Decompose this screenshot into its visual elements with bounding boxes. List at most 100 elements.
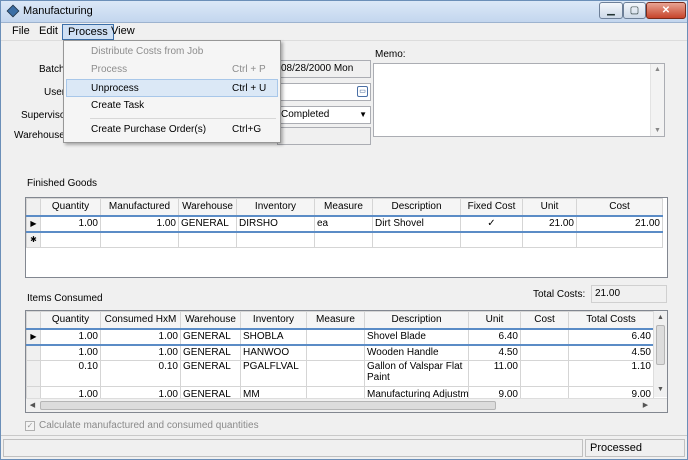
col-measure[interactable]: Measure — [306, 311, 365, 329]
col-quantity[interactable]: Quantity — [40, 198, 101, 216]
row-pointer-icon[interactable]: ▶ — [26, 327, 41, 346]
col-cost[interactable]: Cost — [576, 198, 663, 216]
table-row[interactable]: 0.10 0.10 GENERAL PGALFLVAL Gallon of Va… — [26, 360, 654, 387]
col-warehouse[interactable]: Warehouse — [178, 198, 237, 216]
lookup-icon[interactable]: ▭ — [357, 86, 368, 97]
col-quantity[interactable]: Quantity — [40, 311, 101, 329]
memo-scrollbar[interactable]: ▲ ▼ — [650, 64, 664, 136]
cell-inventory[interactable]: PGALFLVAL — [240, 360, 307, 387]
scroll-thumb[interactable] — [40, 401, 496, 410]
menu-file[interactable]: File — [7, 24, 35, 40]
col-unit[interactable]: Unit — [468, 311, 521, 329]
warehouse-field[interactable] — [277, 127, 371, 145]
new-cell[interactable] — [100, 231, 179, 248]
cell-inventory[interactable]: HANWOO — [240, 344, 307, 361]
menu-item-create-task[interactable]: Create Task — [66, 97, 278, 115]
status-select[interactable]: Completed ▼ — [277, 106, 371, 124]
cell-consumed[interactable]: 1.00 — [100, 327, 181, 346]
col-fixed-cost[interactable]: Fixed Cost — [460, 198, 523, 216]
cell-warehouse[interactable]: GENERAL — [180, 327, 241, 346]
row-header[interactable] — [26, 344, 41, 361]
scroll-up-icon[interactable]: ▲ — [654, 311, 667, 324]
col-unit[interactable]: Unit — [522, 198, 577, 216]
scroll-down-icon[interactable]: ▼ — [654, 127, 661, 134]
cell-consumed[interactable]: 0.10 — [100, 360, 181, 387]
cell-inventory[interactable]: DIRSHO — [236, 214, 315, 233]
new-cell[interactable] — [178, 231, 237, 248]
items-vertical-scrollbar[interactable]: ▲ ▼ — [653, 311, 667, 397]
cell-description[interactable]: Dirt Shovel — [372, 214, 461, 233]
new-cell[interactable] — [40, 231, 101, 248]
menu-edit[interactable]: Edit — [34, 24, 63, 40]
cell-measure[interactable] — [306, 344, 365, 361]
col-description[interactable]: Description — [372, 198, 461, 216]
user-field[interactable]: ▭ — [277, 83, 371, 101]
new-cell[interactable] — [236, 231, 315, 248]
scroll-down-icon[interactable]: ▼ — [654, 383, 667, 396]
minimize-button[interactable]: ▁ — [599, 2, 623, 19]
cell-quantity[interactable]: 1.00 — [40, 214, 101, 233]
col-inventory[interactable]: Inventory — [240, 311, 307, 329]
cell-quantity[interactable]: 1.00 — [40, 327, 101, 346]
cell-total-costs[interactable]: 4.50 — [568, 344, 654, 361]
cell-cost[interactable]: 21.00 — [576, 214, 663, 233]
col-manufactured[interactable]: Manufactured — [100, 198, 179, 216]
menu-item-unprocess[interactable]: Unprocess Ctrl + U — [66, 79, 278, 97]
close-button[interactable]: ✕ — [646, 2, 686, 19]
table-row[interactable]: ▶ 1.00 1.00 GENERAL SHOBLA Shovel Blade … — [26, 327, 654, 346]
row-pointer-icon[interactable]: ▶ — [26, 214, 41, 233]
scroll-up-icon[interactable]: ▲ — [654, 66, 661, 73]
new-row[interactable]: ✱ — [26, 231, 663, 248]
scroll-thumb[interactable] — [656, 325, 665, 365]
cell-unit[interactable]: 4.50 — [468, 344, 521, 361]
col-consumed[interactable]: Consumed HxM — [100, 311, 181, 329]
cell-total-costs[interactable]: 6.40 — [568, 327, 654, 346]
cell-unit[interactable]: 21.00 — [522, 214, 577, 233]
col-description[interactable]: Description — [364, 311, 469, 329]
cell-total-costs[interactable]: 1.10 — [568, 360, 654, 387]
cell-measure[interactable] — [306, 360, 365, 387]
cell-measure[interactable]: ea — [314, 214, 373, 233]
cell-warehouse[interactable]: GENERAL — [180, 360, 241, 387]
cell-quantity[interactable]: 1.00 — [40, 344, 101, 361]
cell-warehouse[interactable]: GENERAL — [178, 214, 237, 233]
cell-unit[interactable]: 11.00 — [468, 360, 521, 387]
new-cell[interactable] — [460, 231, 523, 248]
menu-item-create-purchase-order[interactable]: Create Purchase Order(s) Ctrl+G — [66, 121, 278, 139]
col-total-costs[interactable]: Total Costs — [568, 311, 654, 329]
date-field[interactable]: 08/28/2000 Mon — [277, 60, 371, 78]
new-cell[interactable] — [314, 231, 373, 248]
cell-cost[interactable] — [520, 360, 569, 387]
col-warehouse[interactable]: Warehouse — [180, 311, 241, 329]
new-cell[interactable] — [522, 231, 577, 248]
new-cell[interactable] — [372, 231, 461, 248]
col-inventory[interactable]: Inventory — [236, 198, 315, 216]
table-row[interactable]: 1.00 1.00 GENERAL HANWOO Wooden Handle 4… — [26, 344, 654, 361]
menu-view[interactable]: View — [106, 24, 140, 40]
cell-description[interactable]: Gallon of Valspar Flat Paint — [364, 360, 469, 387]
calc-quantities-checkbox[interactable]: ✓ — [25, 421, 35, 431]
items-consumed-grid[interactable]: Quantity Consumed HxM Warehouse Inventor… — [25, 310, 668, 413]
cell-inventory[interactable]: SHOBLA — [240, 327, 307, 346]
cell-quantity[interactable]: 0.10 — [40, 360, 101, 387]
table-row[interactable]: ▶ 1.00 1.00 GENERAL DIRSHO ea Dirt Shove… — [26, 214, 663, 233]
cell-fixed-cost[interactable]: ✓ — [460, 214, 523, 233]
cell-manufactured[interactable]: 1.00 — [100, 214, 179, 233]
row-header[interactable] — [26, 360, 41, 387]
cell-description[interactable]: Shovel Blade — [364, 327, 469, 346]
cell-description[interactable]: Wooden Handle — [364, 344, 469, 361]
menu-item-process[interactable]: Process Ctrl + P — [66, 61, 278, 79]
scroll-left-icon[interactable]: ◀ — [26, 399, 39, 412]
items-horizontal-scrollbar[interactable]: ◀ ▶ — [26, 398, 667, 412]
col-cost[interactable]: Cost — [520, 311, 569, 329]
cell-cost[interactable] — [520, 344, 569, 361]
col-measure[interactable]: Measure — [314, 198, 373, 216]
cell-warehouse[interactable]: GENERAL — [180, 344, 241, 361]
cell-unit[interactable]: 6.40 — [468, 327, 521, 346]
menu-item-distribute-costs[interactable]: Distribute Costs from Job — [66, 43, 278, 61]
new-cell[interactable] — [576, 231, 663, 248]
cell-consumed[interactable]: 1.00 — [100, 344, 181, 361]
cell-cost[interactable] — [520, 327, 569, 346]
scroll-right-icon[interactable]: ▶ — [639, 399, 652, 412]
cell-measure[interactable] — [306, 327, 365, 346]
